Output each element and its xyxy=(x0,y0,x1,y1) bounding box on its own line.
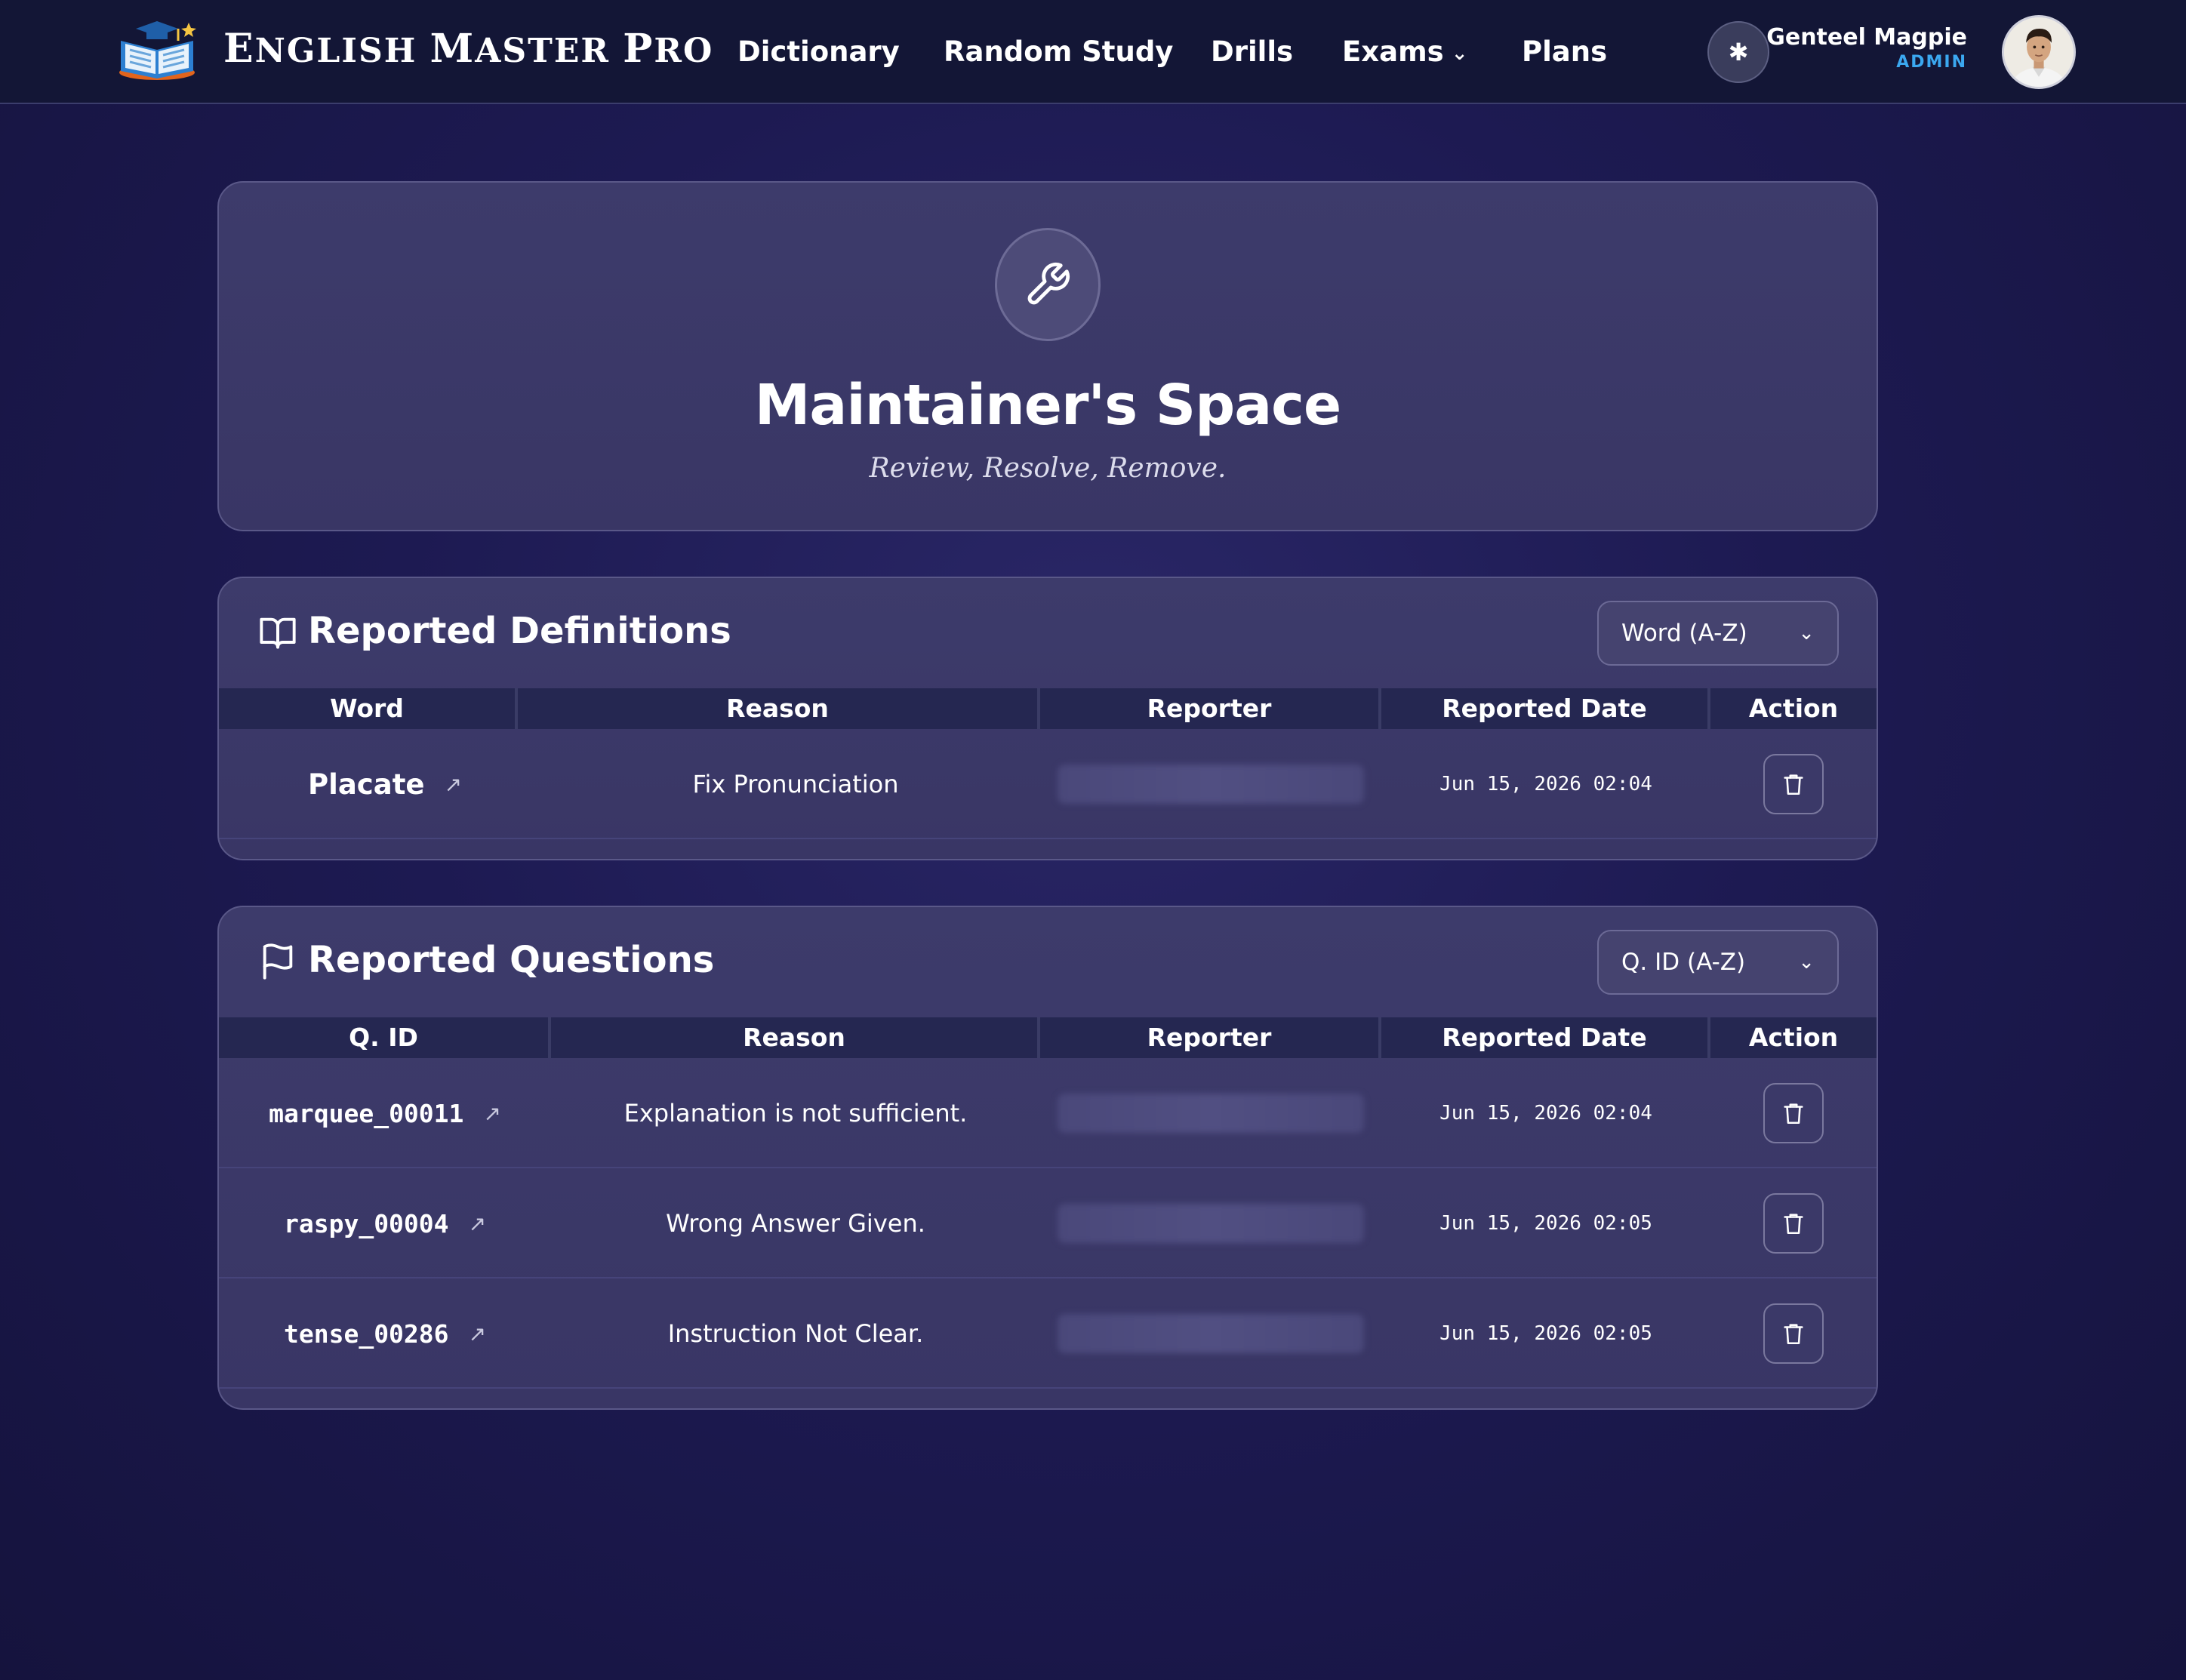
table-row: tense_00286 ↗ Instruction Not Clear. Jun… xyxy=(219,1278,1877,1389)
avatar-portrait-icon xyxy=(2004,17,2074,87)
reported-date: Jun 15, 2026 02:04 xyxy=(1439,1102,1652,1125)
nav-dictionary[interactable]: Dictionary xyxy=(737,26,900,78)
reported-questions-card: Reported Questions Q. ID (A-Z) ⌄ Q. ID R… xyxy=(217,906,1878,1410)
reporter-cell xyxy=(1040,1058,1381,1168)
action-cell xyxy=(1710,1278,1877,1389)
reporter-redacted xyxy=(1058,765,1364,804)
wrench-icon-badge xyxy=(995,228,1101,341)
delete-button[interactable] xyxy=(1763,1193,1824,1254)
nav-drills[interactable]: Drills xyxy=(1211,26,1293,78)
questions-table-header: Q. ID Reason Reporter Reported Date Acti… xyxy=(219,1017,1877,1058)
date-cell: Jun 15, 2026 02:04 xyxy=(1381,729,1710,839)
word-link[interactable]: Placate xyxy=(308,768,424,801)
reporter-cell xyxy=(1040,729,1381,839)
questions-title: Reported Questions xyxy=(308,939,715,981)
definitions-title: Reported Definitions xyxy=(308,610,731,652)
user-name: Genteel Magpie xyxy=(1766,24,1967,51)
reason-text: Instruction Not Clear. xyxy=(667,1319,924,1348)
nav-exams[interactable]: Exams ⌄ xyxy=(1342,26,1467,80)
reporter-redacted xyxy=(1058,1094,1364,1133)
asterisk-icon: ✱ xyxy=(1728,38,1749,66)
reporter-cell xyxy=(1040,1278,1381,1389)
definitions-sort-value: Word (A-Z) xyxy=(1621,620,1747,647)
reporter-redacted xyxy=(1058,1314,1364,1353)
theme-toggle-button[interactable]: ✱ xyxy=(1707,21,1769,83)
delete-button[interactable] xyxy=(1763,754,1824,814)
qid-cell[interactable]: marquee_00011 ↗ xyxy=(219,1058,551,1168)
qid-link[interactable]: raspy_00004 xyxy=(284,1209,449,1238)
reporter-redacted xyxy=(1058,1204,1364,1243)
page-subtitle: Review, Resolve, Remove. xyxy=(869,453,1227,484)
flag-icon xyxy=(263,943,293,980)
column-header-reporter[interactable]: Reporter xyxy=(1040,688,1381,729)
top-navbar: ENGLISH MASTER PRO Dictionary Random Stu… xyxy=(0,0,2186,104)
wrench-icon xyxy=(1027,262,1070,305)
reason-cell: Explanation is not sufficient. xyxy=(551,1058,1040,1168)
trash-icon xyxy=(1784,774,1803,795)
word-cell[interactable]: Placate ↗ xyxy=(219,729,551,839)
external-link-icon[interactable]: ↗ xyxy=(444,772,461,797)
chevron-down-icon: ⌄ xyxy=(1798,622,1815,645)
user-role-badge: ADMIN xyxy=(1896,53,1967,72)
column-header-reason[interactable]: Reason xyxy=(551,1017,1040,1058)
reason-text: Fix Pronunciation xyxy=(692,770,899,798)
column-header-reported-date[interactable]: Reported Date xyxy=(1381,1017,1710,1058)
reporter-cell xyxy=(1040,1168,1381,1278)
table-row: Placate ↗ Fix Pronunciation Jun 15, 2026… xyxy=(219,729,1877,839)
reported-definitions-card: Reported Definitions Word (A-Z) ⌄ Word R… xyxy=(217,577,1878,860)
definitions-sort-select[interactable]: Word (A-Z) ⌄ xyxy=(1597,601,1839,666)
action-cell xyxy=(1710,1168,1877,1278)
reported-date: Jun 15, 2026 02:05 xyxy=(1439,1322,1652,1345)
date-cell: Jun 15, 2026 02:05 xyxy=(1381,1278,1710,1389)
questions-sort-select[interactable]: Q. ID (A-Z) ⌄ xyxy=(1597,930,1839,995)
reason-cell: Instruction Not Clear. xyxy=(551,1278,1040,1389)
questions-header: Reported Questions Q. ID (A-Z) ⌄ xyxy=(219,907,1877,1020)
delete-button[interactable] xyxy=(1763,1083,1824,1143)
action-cell xyxy=(1710,729,1877,839)
column-header-reason[interactable]: Reason xyxy=(518,688,1040,729)
nav-random-study[interactable]: Random Study xyxy=(944,26,1173,78)
reported-date: Jun 15, 2026 02:04 xyxy=(1439,773,1652,795)
column-header-qid[interactable]: Q. ID xyxy=(219,1017,551,1058)
avatar[interactable] xyxy=(2002,15,2076,89)
delete-button[interactable] xyxy=(1763,1303,1824,1364)
external-link-icon[interactable]: ↗ xyxy=(469,1211,486,1236)
qid-link[interactable]: tense_00286 xyxy=(284,1319,449,1349)
column-header-action: Action xyxy=(1748,694,1839,723)
book-logo-icon[interactable] xyxy=(113,18,202,85)
book-open-icon xyxy=(260,617,296,649)
action-cell xyxy=(1710,1058,1877,1168)
table-row: marquee_00011 ↗ Explanation is not suffi… xyxy=(219,1058,1877,1168)
nav-exams-label: Exams xyxy=(1342,35,1444,68)
reported-date: Jun 15, 2026 02:05 xyxy=(1439,1212,1652,1235)
trash-icon xyxy=(1784,1214,1803,1235)
reason-text: Wrong Answer Given. xyxy=(666,1209,925,1238)
questions-sort-value: Q. ID (A-Z) xyxy=(1621,949,1746,976)
date-cell: Jun 15, 2026 02:05 xyxy=(1381,1168,1710,1278)
qid-link[interactable]: marquee_00011 xyxy=(269,1099,463,1128)
qid-cell[interactable]: raspy_00004 ↗ xyxy=(219,1168,551,1278)
page-title: Maintainer's Space xyxy=(754,373,1341,438)
column-header-reported-date[interactable]: Reported Date xyxy=(1381,688,1710,729)
table-row: raspy_00004 ↗ Wrong Answer Given. Jun 15… xyxy=(219,1168,1877,1278)
qid-cell[interactable]: tense_00286 ↗ xyxy=(219,1278,551,1389)
definitions-table-header: Word Reason Reporter Reported Date Actio… xyxy=(219,688,1877,729)
trash-icon xyxy=(1784,1324,1803,1345)
external-link-icon[interactable]: ↗ xyxy=(469,1322,486,1346)
maintainer-header-card: Maintainer's Space Review, Resolve, Remo… xyxy=(217,181,1878,531)
external-link-icon[interactable]: ↗ xyxy=(483,1101,500,1126)
chevron-down-icon: ⌄ xyxy=(1798,951,1815,974)
definitions-header: Reported Definitions Word (A-Z) ⌄ xyxy=(219,578,1877,691)
reason-cell: Fix Pronunciation xyxy=(551,729,1040,839)
trash-icon xyxy=(1784,1103,1803,1125)
column-header-action: Action xyxy=(1748,1023,1839,1052)
column-header-reporter[interactable]: Reporter xyxy=(1040,1017,1381,1058)
nav-plans[interactable]: Plans xyxy=(1522,26,1607,78)
chevron-down-icon: ⌄ xyxy=(1451,42,1468,65)
reason-cell: Wrong Answer Given. xyxy=(551,1168,1040,1278)
brand-title[interactable]: ENGLISH MASTER PRO xyxy=(223,23,713,78)
column-header-word[interactable]: Word xyxy=(219,688,518,729)
reason-text: Explanation is not sufficient. xyxy=(623,1099,968,1128)
date-cell: Jun 15, 2026 02:04 xyxy=(1381,1058,1710,1168)
